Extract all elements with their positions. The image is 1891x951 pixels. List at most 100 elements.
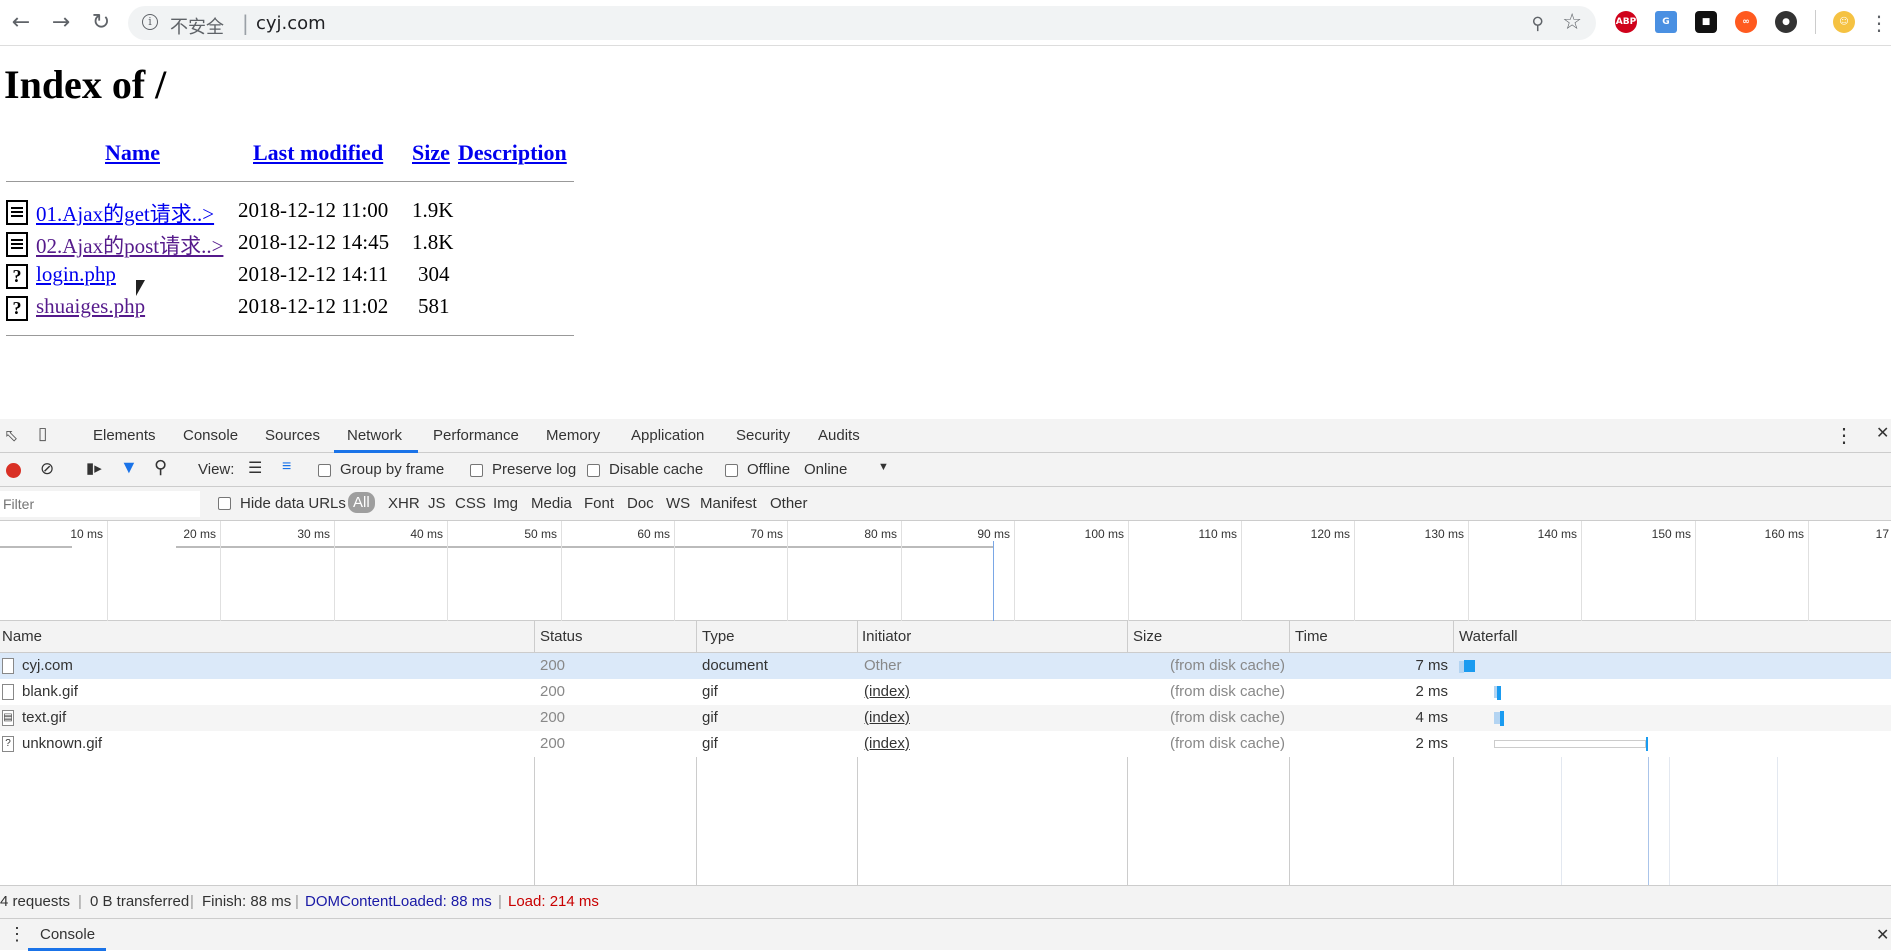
tab-sources[interactable]: Sources [265,427,320,444]
column-header-size[interactable]: Size [1133,628,1162,645]
filter-type-css[interactable]: CSS [455,495,486,512]
timeline-gridline [561,521,562,621]
tab-elements[interactable]: Elements [93,427,156,444]
request-initiator-link[interactable]: (index) [864,683,910,700]
waterfall-bar [1497,686,1501,700]
chevron-down-icon[interactable]: ▼ [878,461,889,473]
column-header-waterfall[interactable]: Waterfall [1459,628,1518,645]
request-initiator: Other [864,657,902,674]
column-header-type[interactable]: Type [702,628,735,645]
column-header-initiator[interactable]: Initiator [862,628,911,645]
filter-type-ws[interactable]: WS [666,495,690,512]
file-link[interactable]: 02.Ajax的post请求..> [36,230,223,260]
tab-network[interactable]: Network [347,427,402,444]
request-initiator-link[interactable]: (index) [864,709,910,726]
request-table-header: Name Status Type Initiator Size Time Wat… [0,621,1891,653]
extension-ninja-icon[interactable]: ● [1775,11,1797,33]
forward-arrow-icon[interactable]: → [48,10,74,36]
tab-memory[interactable]: Memory [546,427,600,444]
key-icon[interactable]: ⚲ [1532,14,1544,34]
menu-dots-icon[interactable]: ⋮ [1866,10,1891,36]
tab-application[interactable]: Application [631,427,704,444]
filter-type-font[interactable]: Font [584,495,614,512]
tab-security[interactable]: Security [736,427,790,444]
column-modified-link[interactable]: Last modified [253,140,383,166]
request-row[interactable]: blank.gif 200 gif (index) (from disk cac… [0,679,1891,705]
timeline-tick-label: 10 ms [70,527,103,541]
file-link[interactable]: shuaiges.php [36,294,145,319]
filter-type-doc[interactable]: Doc [627,495,654,512]
summary-requests: 4 requests [0,893,71,910]
throttling-select[interactable]: Online [804,461,847,478]
column-header-status[interactable]: Status [540,628,583,645]
waterfall-bar [1500,711,1504,726]
drawer-tab-console[interactable]: Console [40,926,95,943]
timeline-tick-label: 90 ms [977,527,1010,541]
filter-type-img[interactable]: Img [493,495,518,512]
file-link[interactable]: login.php [36,262,116,287]
timeline-gridline [1128,521,1129,621]
filter-type-other[interactable]: Other [770,495,808,512]
filter-type-media[interactable]: Media [531,495,572,512]
request-row[interactable]: ▤ text.gif 200 gif (index) (from disk ca… [0,705,1891,731]
column-size-link[interactable]: Size [412,140,450,166]
tab-audits[interactable]: Audits [818,427,860,444]
column-description-link[interactable]: Description [458,140,567,166]
column-name-link[interactable]: Name [105,140,160,166]
tab-console[interactable]: Console [183,427,238,444]
close-drawer-icon[interactable]: ✕ [1876,925,1889,945]
file-link[interactable]: 01.Ajax的get请求..> [36,198,214,228]
overview-icon[interactable]: ≡ [282,458,291,476]
url-text[interactable]: cyj.com [256,13,326,34]
preserve-log-checkbox[interactable] [470,464,483,477]
request-row[interactable]: cyj.com 200 document Other (from disk ca… [0,653,1891,679]
filter-type-xhr[interactable]: XHR [388,495,420,512]
filter-input[interactable] [0,491,200,517]
group-by-frame-checkbox[interactable] [318,464,331,477]
profile-avatar-icon[interactable]: ☺ [1833,11,1855,33]
column-header-name[interactable]: Name [2,628,42,645]
extension-infinity-icon[interactable]: ∞ [1735,11,1757,33]
network-overview-timeline[interactable]: 10 ms 20 ms 30 ms 40 ms 50 ms 60 ms 70 ms 80 ms… [0,521,1891,621]
adblock-plus-icon[interactable]: ABP [1615,11,1637,33]
offline-checkbox[interactable] [725,464,738,477]
translate-icon[interactable]: G [1655,11,1677,33]
capture-screenshots-icon[interactable]: ▮▸ [86,459,102,477]
request-initiator-link[interactable]: (index) [864,735,910,752]
filter-type-all[interactable]: All [348,492,375,513]
disable-cache-checkbox[interactable] [587,464,600,477]
info-icon[interactable]: i [142,14,158,30]
record-icon[interactable] [6,463,21,478]
address-bar[interactable]: i 不安全 | cyj.com ⚲ ☆ [128,6,1596,40]
inspect-element-icon[interactable]: ⬁ [4,426,18,446]
filter-type-js[interactable]: JS [428,495,446,512]
bookmark-star-icon[interactable]: ☆ [1562,10,1582,35]
drawer-menu-icon[interactable]: ⋮ [8,924,26,945]
summary-transferred: 0 B transferred [90,893,190,910]
reload-icon[interactable]: ↻ [88,10,114,36]
network-toolbar: ⊘ ▮▸ ▼ ⚲ View: ☰ ≡ Group by frame Preser… [0,453,1891,487]
clear-icon[interactable]: ⊘ [40,459,54,479]
unknown-file-icon: ? [6,264,28,289]
devtools-menu-icon[interactable]: ⋮ [1834,423,1854,448]
device-toolbar-icon[interactable]: ▯ [38,424,47,444]
summary-separator: | [190,893,194,910]
file-modified: 2018-12-12 11:02 [238,294,389,318]
request-time: 2 ms [1415,735,1448,752]
tab-performance[interactable]: Performance [433,427,519,444]
request-row[interactable]: ? unknown.gif 200 gif (index) (from disk… [0,731,1891,757]
timeline-tick-label: 17 [1875,527,1889,541]
column-header-time[interactable]: Time [1295,628,1328,645]
request-size: (from disk cache) [1169,683,1285,700]
extension-dark-icon[interactable]: ■ [1695,11,1717,33]
request-type: gif [702,709,718,726]
search-icon[interactable]: ⚲ [154,457,167,478]
request-name: text.gif [22,709,67,726]
request-status: 200 [540,709,566,726]
large-rows-icon[interactable]: ☰ [248,458,262,478]
close-devtools-icon[interactable]: ✕ [1876,423,1889,443]
hide-data-urls-checkbox[interactable] [218,497,231,510]
filter-icon[interactable]: ▼ [120,457,138,478]
back-arrow-icon[interactable]: ← [8,10,34,36]
filter-type-manifest[interactable]: Manifest [700,495,757,512]
